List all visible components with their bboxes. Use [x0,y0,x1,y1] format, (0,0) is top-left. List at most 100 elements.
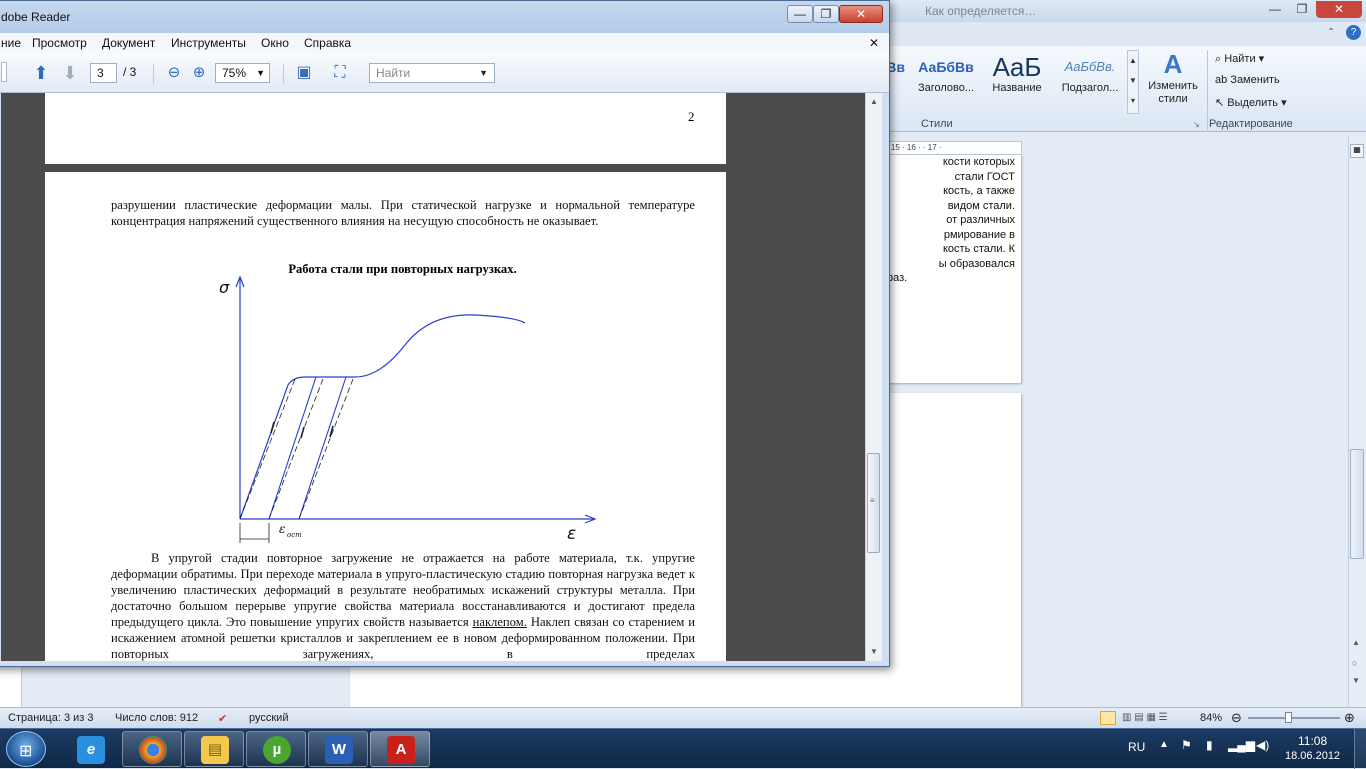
page-number-label: 2 [688,109,695,124]
search-input[interactable]: Найти ▼ [369,63,495,83]
page-text-line: видом стали. [947,199,1015,212]
styles-dialog-launcher-icon[interactable]: ↘ [1193,120,1200,129]
next-page-icon[interactable]: ⬇ [59,63,81,83]
fit-page-icon[interactable]: ▣ [293,63,315,83]
reader-close-button[interactable]: ✕ [839,5,883,23]
menu-view[interactable]: Просмотр [32,36,87,50]
zoom-out-icon[interactable]: ⊖ [163,63,185,83]
reader-minimize-button[interactable]: — [787,5,813,23]
taskbar-explorer[interactable]: ▤ [184,731,244,767]
scroll-down-icon[interactable]: ▼ [1352,676,1360,685]
page-text-line: стали ГОСТ [954,170,1015,183]
scroll-up-icon[interactable]: ▲ [870,97,878,106]
taskbar-ie[interactable]: e [60,731,120,767]
change-styles-button[interactable]: A Изменить стили [1143,48,1203,114]
browse-object-icon[interactable]: ○ [1352,658,1357,668]
reader-toolbar: ⬆ ⬇ 3 / 3 ⊖ ⊕ 75% ▼ ▣ ⛶ Найти ▼ [0,53,889,93]
clock-date[interactable]: 18.06.2012 [1285,750,1340,762]
fit-width-icon[interactable]: ⛶ [329,63,351,83]
document-viewport[interactable]: 2 разрушении пластические деформации мал… [1,93,865,661]
tray-expand-icon[interactable]: ▲ [1159,739,1169,750]
zoom-in-icon[interactable]: ⊕ [1344,710,1355,726]
taskbar-acrobat[interactable]: A [370,731,430,767]
clock-time[interactable]: 11:08 [1298,734,1327,748]
menu-tools[interactable]: Инструменты [171,36,246,50]
style-sample: АаБбВв [918,59,974,75]
menu-help[interactable]: Справка [304,36,351,50]
ruler-marks: · 15 · 16 · · 17 · [886,143,942,152]
word-page-1[interactable]: кости которых стали ГОСТ кость, а также … [885,155,1021,383]
reader-maximize-button[interactable]: ❐ [813,5,839,23]
zoom-out-icon[interactable]: ⊖ [1231,710,1242,726]
paragraph-repeated-loads: В упругой стадии повторное загружение не… [111,550,695,661]
scroll-up-icon[interactable]: ▲ [1352,638,1360,647]
utorrent-icon: µ [263,736,291,764]
page-text-line: кости которых [942,156,1015,168]
status-word-count[interactable]: Число слов: 912 [115,712,198,724]
horizontal-ruler[interactable]: · 15 · 16 · · 17 · [885,141,1022,155]
acrobat-icon: A [387,736,415,764]
page-number-input[interactable]: 3 [90,63,117,83]
select-icon: ↖ [1215,97,1228,109]
change-styles-label: Изменить стили [1148,80,1198,105]
styles-gallery-scroll[interactable]: ▲ ▼ ▾ [1127,50,1139,114]
select-button[interactable]: ↖ Выделить ▾ [1215,96,1287,116]
folder-icon: ▤ [201,736,229,764]
print-layout-icon[interactable] [1100,711,1116,725]
find-button[interactable]: ⌕ Найти ▾ [1215,52,1264,72]
unloading-line-1 [268,376,317,520]
word-minimize-button[interactable]: — [1262,1,1288,18]
show-desktop-button[interactable] [1354,729,1366,769]
style-subtitle[interactable]: АаБбВв. Подзагол... [1057,52,1123,102]
taskbar-utorrent[interactable]: µ [246,731,306,767]
menu-document[interactable]: Документ [102,36,155,50]
input-language[interactable]: RU [1128,740,1145,754]
ruler-toggle-icon[interactable]: ▦ [1350,144,1364,158]
zoom-slider-thumb[interactable] [1285,712,1292,723]
paragraph-intro: разрушении пластические деформации малы.… [111,198,695,228]
ie-icon: e [77,736,105,764]
status-zoom[interactable]: 84% [1200,712,1222,724]
ribbon-collapse-icon[interactable]: ⌃ [1327,27,1335,38]
status-page[interactable]: Страница: 3 из 3 [8,712,94,724]
word-close-button[interactable]: ✕ [1316,1,1362,18]
word-maximize-button[interactable]: ❐ [1289,1,1315,18]
zoom-select[interactable]: 75% ▼ [215,63,270,83]
spellcheck-icon[interactable]: ✔ [218,712,227,725]
reader-titlebar[interactable]: dobe Reader — ❐ ✕ [0,1,889,33]
word-title-text: Как определяется… [925,4,1037,18]
toolbar-grip [1,62,7,82]
status-language[interactable]: русский [249,712,288,724]
menu-window[interactable]: Окно [261,36,289,50]
taskbar-chrome[interactable] [122,731,182,767]
style-heading1[interactable]: АаБбВв Заголово... [913,52,979,102]
word-vertical-scrollbar[interactable]: ▦ ▲ ○ ▼ [1348,136,1366,707]
start-button[interactable]: ⊞ [6,731,46,767]
menu-edit[interactable]: ние [1,36,21,50]
reader-scroll-thumb[interactable]: ≡ [867,453,880,553]
scroll-down-icon[interactable]: ▼ [870,647,878,656]
stress-strain-diagram: σ ε ε ост [219,275,597,544]
zoom-value: 75% [222,66,247,80]
close-document-icon[interactable]: ✕ [869,36,879,50]
view-modes-icon[interactable]: ▥ ▤ ▦ ☰ [1122,712,1168,723]
page-text-line: ы образовался [938,257,1015,270]
word-scroll-thumb[interactable] [1350,449,1364,559]
action-center-icon[interactable]: ⚑ [1181,738,1192,752]
reloading-lines [239,378,354,520]
volume-icon[interactable]: ◀) [1256,738,1269,752]
previous-page-icon[interactable]: ⬆ [30,63,52,83]
page-text-line: раз. [887,272,908,284]
replace-button[interactable]: ab Заменить [1215,74,1280,94]
network-icon[interactable]: ▂▄▆ [1228,738,1255,752]
reader-vertical-scrollbar[interactable]: ▲ ≡ ▼ [865,93,882,661]
zoom-in-icon[interactable]: ⊕ [188,63,210,83]
help-icon[interactable]: ? [1346,25,1361,40]
taskbar-word[interactable]: W [308,731,368,767]
zoom-slider[interactable] [1248,717,1340,719]
style-title[interactable]: AaБ Название [983,52,1051,102]
term-naklep: наклепом. [472,615,527,629]
taskbar: ⊞ e ▤ µ W A RU ▲ ⚑ ▮ ▂▄▆ ◀) 11:08 18.06.… [0,728,1366,769]
battery-icon[interactable]: ▮ [1206,738,1213,752]
word-statusbar: Страница: 3 из 3 Число слов: 912 ✔ русск… [0,707,1366,728]
